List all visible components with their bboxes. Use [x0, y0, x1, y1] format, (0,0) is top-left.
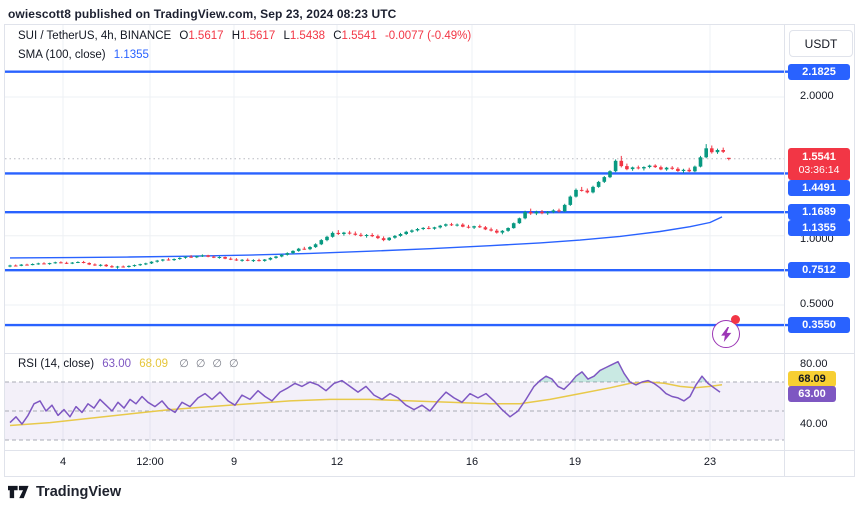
- time-axis-tick: 12: [331, 456, 343, 468]
- symbol-title: SUI / TetherUS, 4h, BINANCE: [18, 30, 171, 42]
- price-level-badge: 1.1355: [788, 220, 850, 236]
- price-level-badge: 0.7512: [788, 262, 850, 278]
- rsi-value-badge: 68.09: [788, 371, 836, 387]
- ohlc-open: O1.5617: [179, 30, 223, 42]
- axis-label: 2.0000: [788, 90, 850, 102]
- rsi-hidden-plots-icons: ∅∅∅∅: [179, 358, 245, 370]
- rsi-value-badge: 63.00: [788, 386, 836, 402]
- time-axis-tick: 9: [231, 456, 237, 468]
- price-change: -0.0077 (-0.49%): [385, 30, 471, 42]
- lightning-icon: [721, 327, 732, 342]
- axis-label: 40.00: [788, 418, 850, 430]
- ohlc-low: L1.5438: [283, 30, 325, 42]
- tradingview-logo-link[interactable]: TradingView: [8, 484, 121, 500]
- ohlc-high: H1.5617: [232, 30, 276, 42]
- time-axis-tick: 12:00: [136, 456, 164, 468]
- price-level-badge: 0.3550: [788, 317, 850, 333]
- sma-header: SMA (100, close) 1.1355: [18, 49, 149, 61]
- price-level-badge: 1.1689: [788, 204, 850, 220]
- chart-card: [4, 24, 855, 477]
- time-axis-tick: 19: [569, 456, 581, 468]
- tradingview-snapshot: owiescott8 published on TradingView.com,…: [0, 0, 860, 511]
- rsi-value: 63.00: [102, 358, 131, 370]
- last-price-countdown-badge: 1.554103:36:14: [788, 148, 850, 180]
- axis-label: 80.00: [788, 358, 850, 370]
- sma-value: 1.1355: [114, 49, 149, 61]
- axis-label: 0.5000: [788, 298, 850, 310]
- time-axis-tick: 16: [466, 456, 478, 468]
- rsi-ma-value: 68.09: [139, 358, 168, 370]
- notification-dot: [731, 315, 740, 324]
- tradingview-logo-icon: [8, 484, 29, 500]
- tradingview-brand-text: TradingView: [36, 484, 121, 500]
- ohlc-close: C1.5541: [333, 30, 377, 42]
- rsi-header: RSI (14, close) 63.00 68.09 ∅∅∅∅: [18, 357, 246, 370]
- time-axis-tick: 4: [60, 456, 66, 468]
- currency-toggle-button[interactable]: USDT: [789, 30, 853, 57]
- sma-label: SMA (100, close): [18, 49, 106, 61]
- price-level-badge: 2.1825: [788, 64, 850, 80]
- rsi-label: RSI (14, close): [18, 358, 94, 370]
- symbol-header: SUI / TetherUS, 4h, BINANCE O1.5617 H1.5…: [18, 30, 471, 42]
- price-level-badge: 1.4491: [788, 180, 850, 196]
- time-axis-tick: 23: [704, 456, 716, 468]
- lightning-bolt-button[interactable]: [712, 320, 740, 348]
